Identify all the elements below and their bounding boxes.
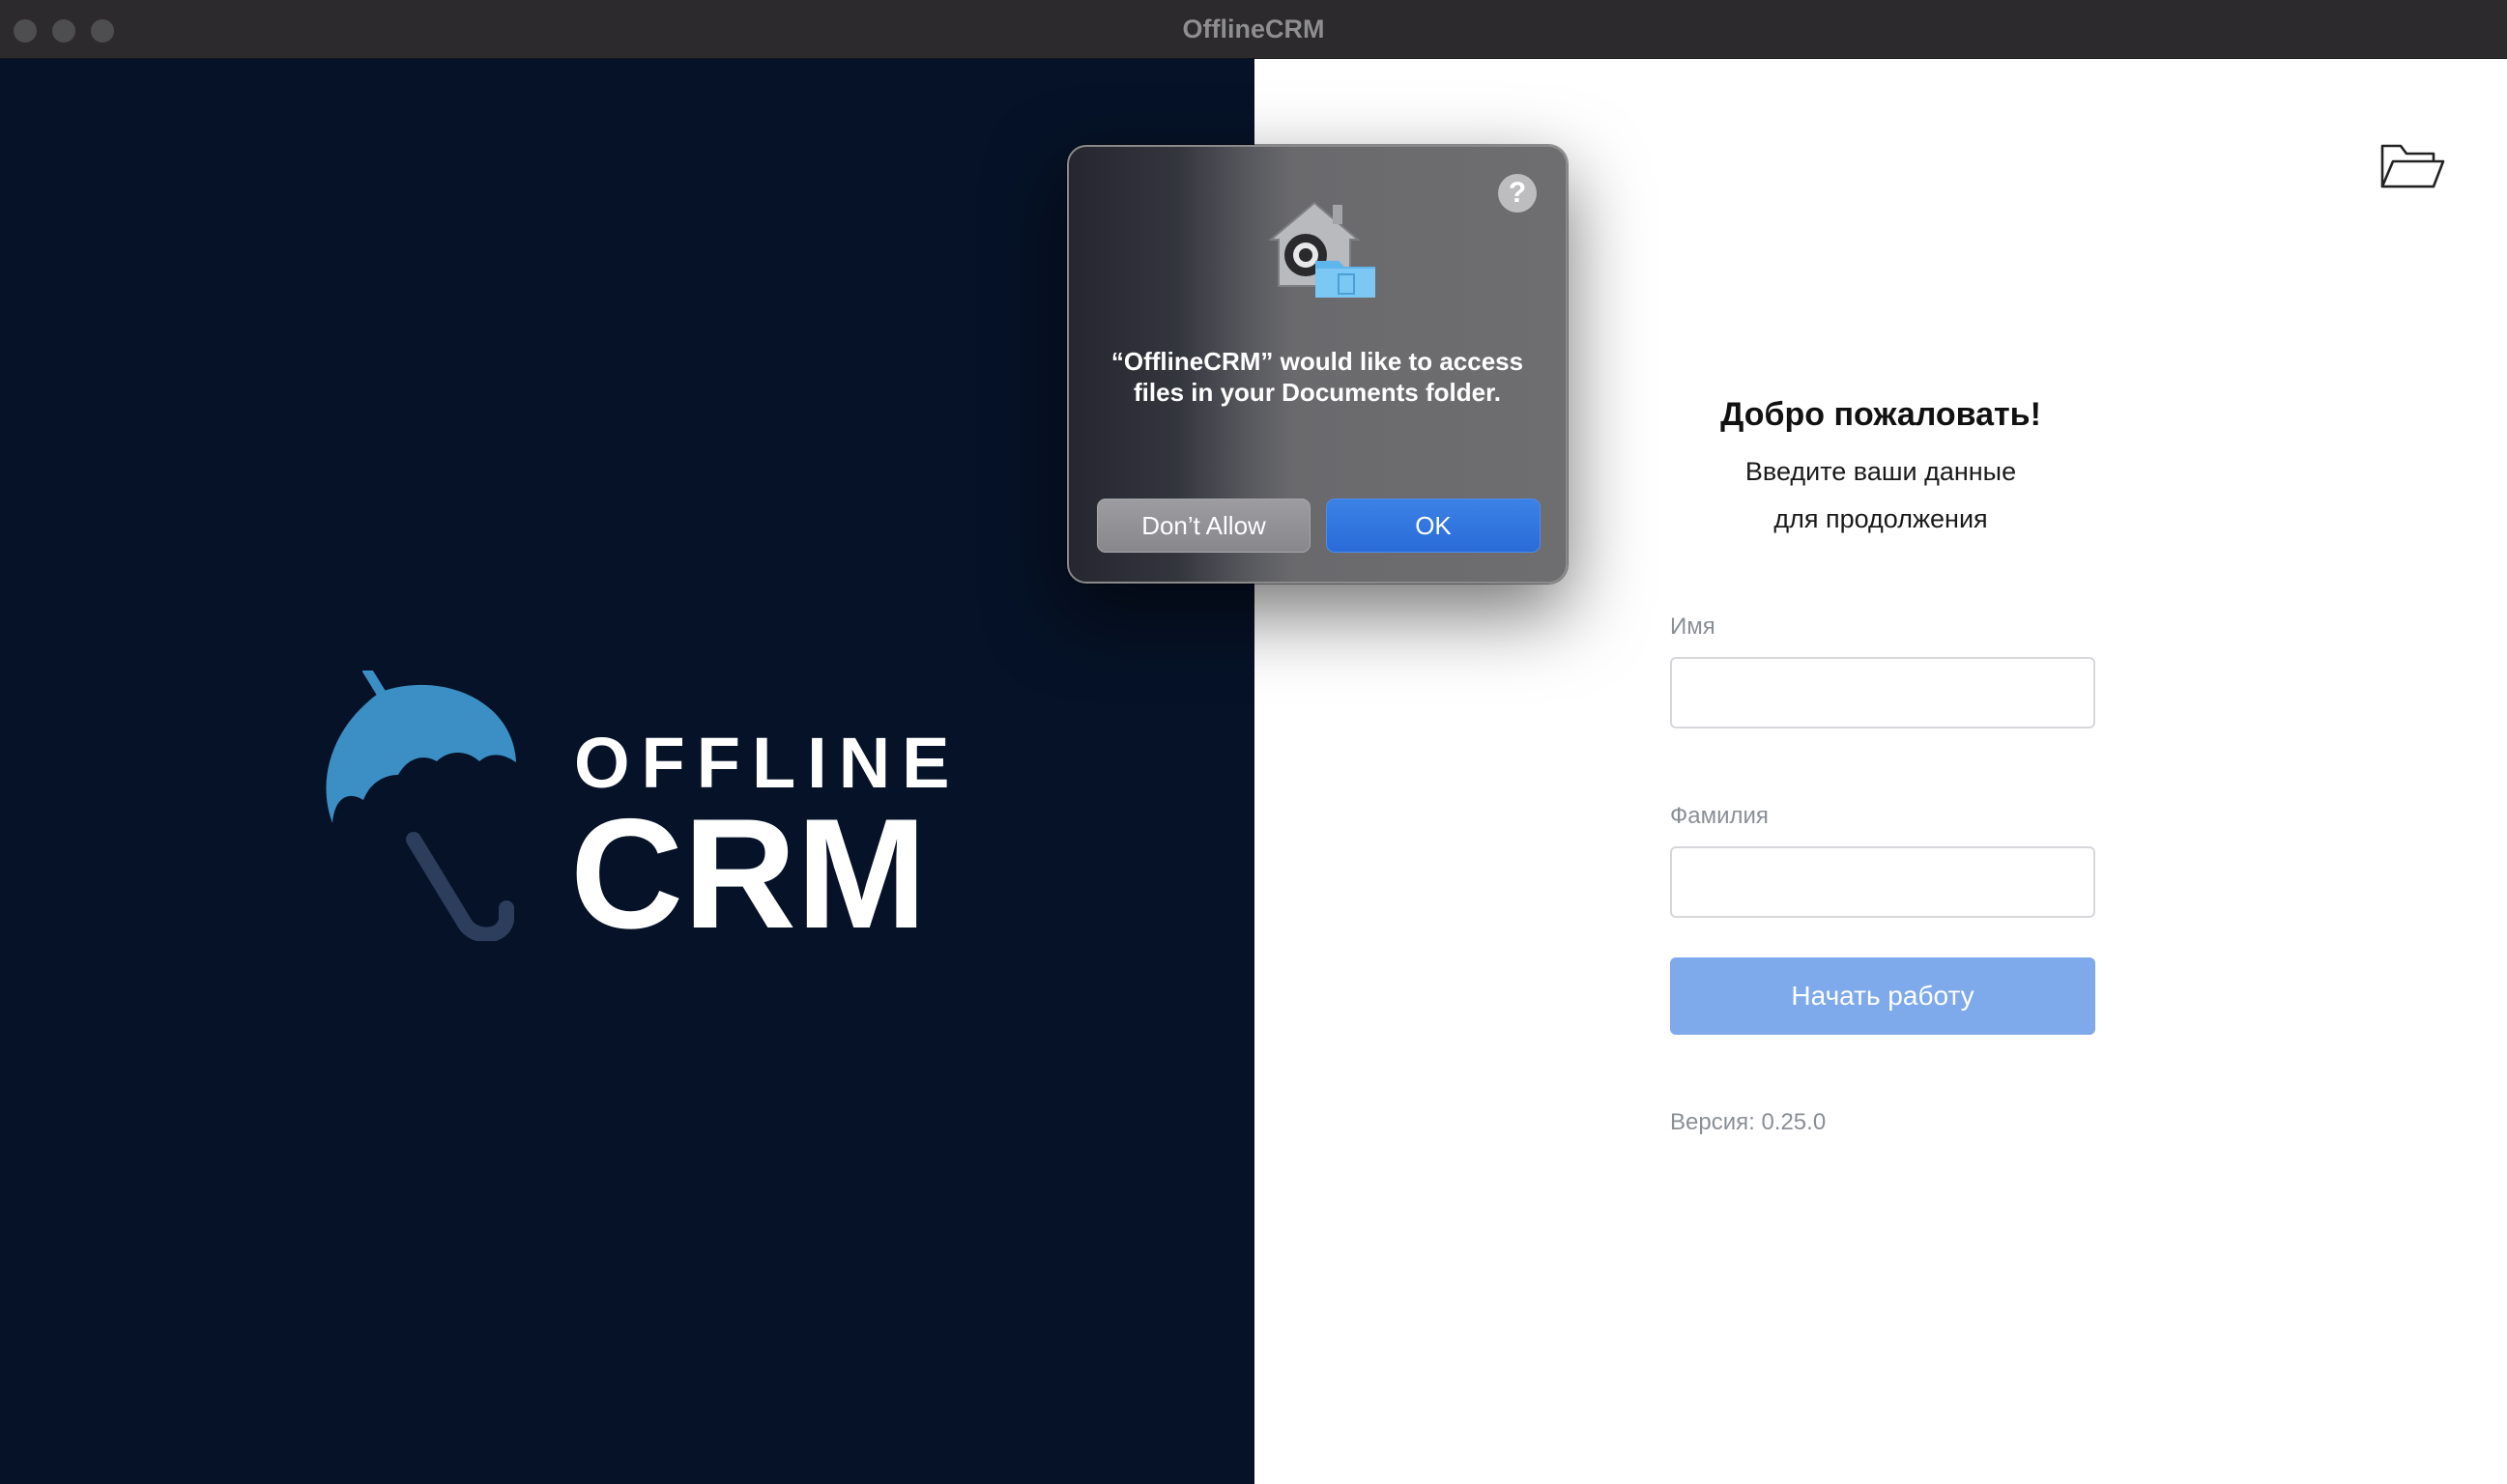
first-name-label: Имя [1670, 614, 1715, 640]
dialog-message: “OfflineCRM” would like to access files … [1110, 347, 1524, 407]
last-name-label: Фамилия [1670, 803, 1769, 829]
dont-allow-button[interactable]: Don’t Allow [1097, 499, 1311, 553]
umbrella-logo-icon [326, 671, 516, 941]
documents-access-dialog: ? “OfflineCRM” would like to access file… [1067, 145, 1568, 584]
first-name-input[interactable] [1670, 657, 2095, 728]
start-work-button[interactable]: Начать работу [1670, 957, 2095, 1035]
folder-open-icon[interactable] [2379, 136, 2445, 192]
ok-button[interactable]: OK [1326, 499, 1541, 553]
window-titlebar: OfflineCRM [0, 0, 2507, 59]
window-title: OfflineCRM [1182, 14, 1325, 43]
version-text: Версия: 0.25.0 [1670, 1109, 1827, 1135]
help-button[interactable]: ? [1498, 174, 1537, 213]
privacy-home-folder-icon [1268, 201, 1375, 298]
brand-logo-line2: CRM [570, 786, 927, 961]
last-name-input[interactable] [1670, 846, 2095, 918]
